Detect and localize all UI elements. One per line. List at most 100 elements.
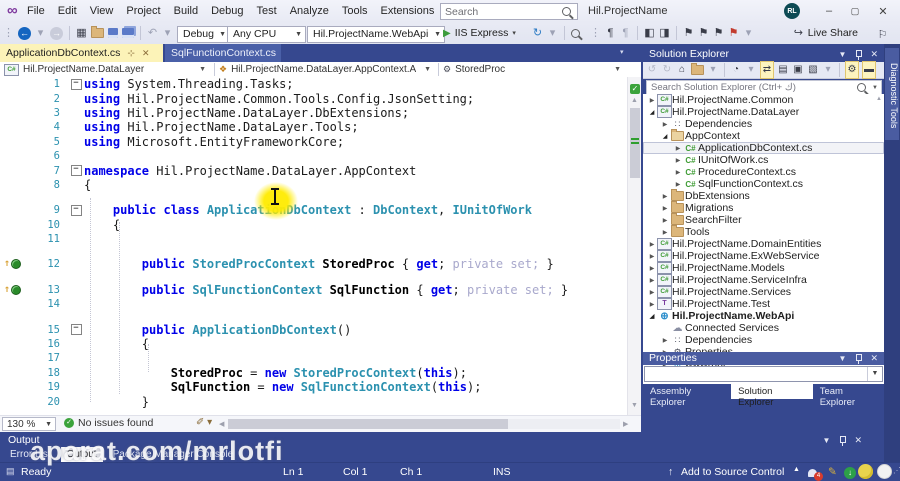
chevron-collapsed-icon[interactable]: ▶ xyxy=(660,121,670,128)
breadcrumb-member[interactable]: ⚙ StoredProc ▼ xyxy=(443,62,625,77)
tree-item[interactable]: ▶ ∷ Dependencies xyxy=(643,334,884,346)
pin-icon[interactable] xyxy=(838,435,847,446)
tree-item[interactable]: ◢ C# Hil.ProjectName.DataLayer xyxy=(643,106,884,118)
menu-tools[interactable]: Tools xyxy=(342,5,368,17)
output-tab[interactable]: Error List xyxy=(4,447,57,462)
chevron-collapsed-icon[interactable]: ▶ xyxy=(673,157,683,164)
code-line[interactable]: 6 xyxy=(0,149,627,163)
sync-forward-icon[interactable]: ↻ xyxy=(661,62,673,78)
chevron-collapsed-icon[interactable]: ▶ xyxy=(660,337,670,344)
output-panel-title[interactable]: Output xyxy=(8,434,40,446)
bookmark-previous-icon[interactable]: ⚑ xyxy=(698,25,709,41)
wrench-icon[interactable]: ⚙ xyxy=(845,61,859,79)
tree-item[interactable]: ▶ Migrations xyxy=(643,201,884,214)
code-line[interactable]: 5 using Microsoft.EntityFrameworkCore; xyxy=(0,135,627,149)
publish-icon[interactable]: ↓ xyxy=(844,467,856,479)
run-profile-label[interactable]: IIS Express xyxy=(455,27,509,39)
tree-item[interactable]: ▶ C# Hil.ProjectName.Models xyxy=(643,262,884,274)
resize-grip-icon[interactable]: ⋰ xyxy=(893,466,900,475)
output-tab[interactable]: Output xyxy=(60,447,103,462)
undo-icon[interactable]: ↶ xyxy=(147,25,158,41)
chevron-collapsed-icon[interactable]: ▶ xyxy=(647,97,657,104)
document-tab[interactable]: ApplicationDbContext.cs ⊹ ✕ xyxy=(0,44,163,62)
close-icon[interactable]: ✕ xyxy=(142,48,150,59)
add-to-source-control-button[interactable]: Add to Source Control xyxy=(681,466,784,478)
tree-item[interactable]: ☁ Connected Services xyxy=(643,322,884,334)
bookmark-caret-icon[interactable]: ▾ xyxy=(743,25,754,41)
tree-item[interactable]: ▶ Tools xyxy=(643,225,884,238)
collapse-all-icon[interactable]: ▤ xyxy=(777,62,789,78)
menu-build[interactable]: Build xyxy=(174,5,198,17)
scrollbar-thumb[interactable] xyxy=(228,419,508,429)
tree-item[interactable]: ▶ C# IUnitOfWork.cs xyxy=(643,154,884,166)
chevron-collapsed-icon[interactable]: ▶ xyxy=(660,193,670,200)
chevron-expanded-icon[interactable]: ◢ xyxy=(647,109,657,116)
bookmark-next-icon[interactable]: ⚑ xyxy=(713,25,724,41)
tree-item[interactable]: ▶ T Hil.ProjectName.Test xyxy=(643,298,884,310)
collapse-icon[interactable]: − xyxy=(70,78,82,90)
chevron-collapsed-icon[interactable]: ▶ xyxy=(647,253,657,260)
tree-item[interactable]: ◢ ⊕ Hil.ProjectName.WebApi xyxy=(643,310,884,322)
sync-back-icon[interactable]: ↺ xyxy=(646,62,658,78)
menu-test[interactable]: Test xyxy=(257,5,277,17)
close-icon[interactable]: ✕ xyxy=(870,353,878,364)
document-list-caret-icon[interactable]: ▾ xyxy=(620,48,624,56)
comment-icon[interactable]: ¶ xyxy=(605,25,616,41)
menu-edit[interactable]: Edit xyxy=(58,5,77,17)
editor-horizontal-scrollbar[interactable] xyxy=(228,419,620,429)
chevron-collapsed-icon[interactable]: ▶ xyxy=(647,241,657,248)
track-active-item-icon[interactable]: ▬ xyxy=(862,61,876,79)
tree-item[interactable]: ▶ C# ApplicationDbContext.cs xyxy=(643,142,884,154)
properties-panel-title[interactable]: Properties ▼ ✕ xyxy=(643,352,884,365)
minimize-button[interactable]: – xyxy=(820,2,838,20)
scroll-down-icon[interactable]: ▼ xyxy=(631,402,638,409)
bookmark-clear-icon[interactable]: ⚑ xyxy=(728,25,739,41)
undo-caret-icon[interactable]: ▾ xyxy=(162,25,173,41)
chevron-collapsed-icon[interactable]: ▶ xyxy=(660,229,670,236)
indent-increase-icon[interactable]: ◨ xyxy=(659,25,670,41)
menu-debug[interactable]: Debug xyxy=(211,5,243,17)
refresh-caret-icon[interactable]: ▾ xyxy=(547,25,558,41)
tree-item[interactable]: ◢ AppContext xyxy=(643,129,884,142)
tree-item[interactable]: ▶ C# ProcedureContext.cs xyxy=(643,166,884,178)
scroll-left-icon[interactable]: ◀ xyxy=(219,420,224,428)
chevron-down-icon[interactable]: ▼ xyxy=(823,436,831,445)
collapse-icon[interactable]: − xyxy=(70,324,82,336)
chevron-down-icon[interactable]: ▾ xyxy=(512,29,516,37)
new-project-icon[interactable]: ▦ xyxy=(76,25,87,41)
menu-project[interactable]: Project xyxy=(126,5,160,17)
scroll-up-icon[interactable]: ▲ xyxy=(876,96,882,102)
live-share-label[interactable]: Live Share xyxy=(808,27,858,39)
pen-icon[interactable]: ✎ xyxy=(828,466,837,478)
code-line[interactable]: 19 SqlFunction = new SqlFunctionContext(… xyxy=(0,380,627,394)
drag-handle-icon[interactable]: ⋮ xyxy=(590,25,601,41)
tree-item[interactable]: ▶ C# Hil.ProjectName.ServiceInfra xyxy=(643,274,884,286)
pin-icon[interactable] xyxy=(854,353,863,364)
scroll-right-icon[interactable]: ▶ xyxy=(623,420,628,428)
chevron-collapsed-icon[interactable]: ▶ xyxy=(647,289,657,296)
solution-explorer-search-input[interactable]: Search Solution Explorer (Ctrl+ ك) ▼ xyxy=(646,80,882,95)
code-line[interactable]: 10 { xyxy=(0,218,627,232)
maximize-button[interactable]: ▢ xyxy=(846,2,864,20)
collapse-icon[interactable]: − xyxy=(70,204,82,216)
switch-views-caret-icon[interactable]: ▾ xyxy=(707,62,719,78)
switch-views-icon[interactable] xyxy=(691,63,704,75)
code-line[interactable]: ↑ 13 public SqlFunctionContext SqlFunctio… xyxy=(0,283,627,297)
show-all-files-icon[interactable]: ▧ xyxy=(807,62,819,78)
code-line[interactable]: 9− public class ApplicationDbContext : D… xyxy=(0,203,627,217)
diagnostic-tools-tab[interactable]: Diagnostic Tools xyxy=(885,48,899,140)
pin-icon[interactable]: ⊹ xyxy=(127,48,135,59)
chevron-collapsed-icon[interactable]: ▶ xyxy=(673,181,683,188)
bookmark-icon[interactable]: ⚑ xyxy=(683,25,694,41)
feedback-icon[interactable]: ⚐ xyxy=(877,27,888,43)
chevron-down-icon[interactable]: ▼ xyxy=(839,354,847,363)
tool-window-tab[interactable]: Team Explorer xyxy=(813,384,884,408)
chevron-collapsed-icon[interactable]: ▶ xyxy=(660,205,670,212)
code-line[interactable]: 7− namespace Hil.ProjectName.DataLayer.Ap… xyxy=(0,163,627,178)
breadcrumb-type[interactable]: ❖ Hil.ProjectName.DataLayer.AppContext.A… xyxy=(219,62,435,77)
chevron-collapsed-icon[interactable]: ▶ xyxy=(660,217,670,224)
tree-item[interactable]: ▶ SearchFilter xyxy=(643,213,884,226)
startup-project-dropdown[interactable]: Hil.ProjectName.WebApi ▼ xyxy=(307,26,445,43)
tree-item[interactable]: ▶ C# SqlFunctionContext.cs xyxy=(643,178,884,190)
close-icon[interactable]: ✕ xyxy=(870,49,878,60)
